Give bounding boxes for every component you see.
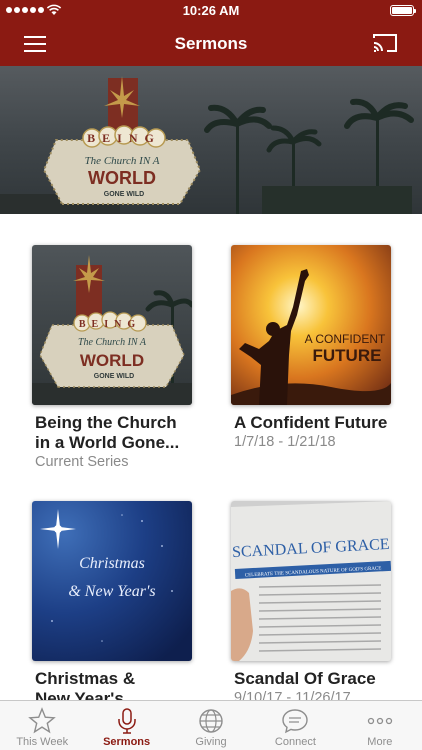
chat-bubble-icon (282, 709, 309, 734)
current-series-banner[interactable]: BEING The Church IN A WORLD GONE WILD (0, 66, 422, 214)
card-art-text: FUTURE (313, 346, 382, 365)
series-banner-artwork: BEING The Church IN A WORLD GONE WILD (0, 76, 414, 214)
sermon-series-card[interactable]: Christmas & New Year's Christmas & New Y… (32, 501, 192, 709)
tab-label: This Week (16, 736, 69, 748)
series-title: Being the Church in a World Gone... (32, 413, 192, 453)
series-title-line: Scandal Of Grace (234, 669, 376, 688)
card-art-text: WORLD (80, 351, 144, 370)
cast-icon[interactable] (372, 32, 398, 54)
tab-giving[interactable]: Giving (169, 701, 253, 750)
status-bar: 10:26 AM (0, 0, 422, 22)
hero-art-text-3: WORLD (88, 168, 156, 188)
series-title-line: Being the Church (35, 413, 177, 432)
series-title: A Confident Future (231, 413, 391, 433)
hero-art-text-1: BEING (87, 131, 161, 145)
sermon-series-card[interactable]: A CONFIDENT FUTURE A Confident Future 1/… (231, 245, 391, 451)
series-subtitle: 1/7/18 - 1/21/18 (234, 434, 336, 450)
tab-this-week[interactable]: This Week (0, 701, 84, 750)
microphone-icon (117, 708, 136, 734)
more-dots-icon (367, 717, 392, 725)
series-subtitle: Current Series (35, 454, 129, 470)
tab-more[interactable]: More (338, 701, 422, 750)
tab-label: More (367, 736, 393, 748)
tab-sermons[interactable]: Sermons (84, 701, 168, 750)
tab-label: Giving (195, 736, 227, 748)
card-art-text: The Church IN A (78, 337, 147, 348)
series-artwork: BEING The Church IN A WORLD GONE WILD (32, 245, 192, 405)
series-thumbnail[interactable]: Christmas & New Year's (32, 501, 192, 661)
card-art-text: & New Year's (68, 583, 155, 600)
series-title-line: A Confident Future (234, 413, 388, 432)
series-title-line: in a World Gone... (35, 433, 180, 452)
tab-label: Connect (274, 736, 316, 748)
sermon-series-card[interactable]: SCANDAL OF GRACE CELEBRATE THE SCANDALOU… (231, 501, 391, 707)
card-art-text: BEING (79, 319, 141, 330)
series-artwork: SCANDAL OF GRACE CELEBRATE THE SCANDALOU… (231, 501, 391, 661)
series-title: Scandal Of Grace (231, 669, 391, 689)
card-art-text: GONE WILD (94, 373, 134, 380)
tab-connect[interactable]: Connect (253, 701, 337, 750)
series-artwork: A CONFIDENT FUTURE (231, 245, 391, 405)
series-artwork: Christmas & New Year's (32, 501, 192, 661)
card-art-text: A CONFIDENT (305, 332, 386, 346)
battery-icon (390, 5, 416, 16)
tab-label: Sermons (103, 736, 151, 748)
page-title: Sermons (174, 34, 248, 53)
star-icon (28, 707, 57, 734)
status-time: 10:26 AM (182, 3, 240, 18)
series-title-line: Christmas & (35, 669, 136, 688)
navigation-bar: Sermons (0, 22, 422, 66)
sermon-series-card[interactable]: BEING The Church IN A WORLD GONE WILD Be… (32, 245, 192, 471)
series-thumbnail[interactable]: BEING The Church IN A WORLD GONE WILD (32, 245, 192, 405)
series-thumbnail[interactable]: A CONFIDENT FUTURE (231, 245, 391, 405)
tab-bar: This Week Sermons Giving Connect More (0, 700, 422, 750)
hero-art-text-2: The Church IN A (85, 155, 160, 167)
card-art-text: Christmas (79, 555, 145, 572)
series-thumbnail[interactable]: SCANDAL OF GRACE CELEBRATE THE SCANDALOU… (231, 501, 391, 661)
globe-icon (199, 709, 223, 733)
sermon-series-grid: BEING The Church IN A WORLD GONE WILD Be… (0, 214, 422, 708)
hero-art-text-4: GONE WILD (104, 191, 144, 198)
